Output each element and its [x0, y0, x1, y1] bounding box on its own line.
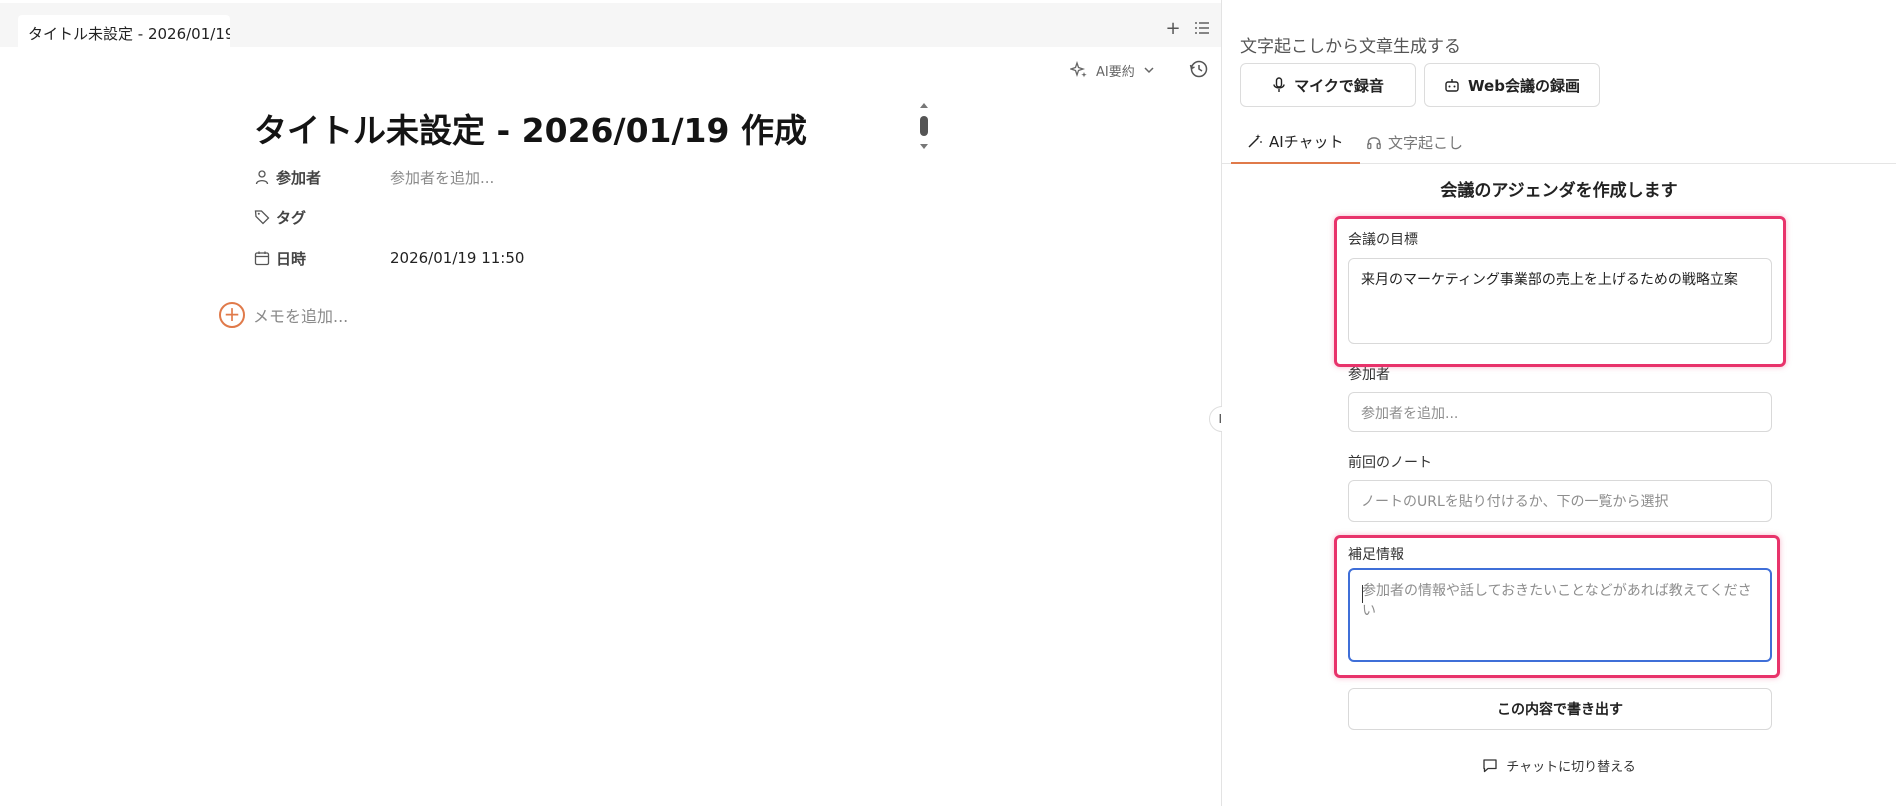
note-title[interactable]: タイトル未設定 - 2026/01/19 作成: [254, 104, 807, 152]
record-mic-button[interactable]: マイクで録音: [1240, 63, 1416, 107]
plus-icon[interactable]: +: [1163, 19, 1183, 39]
property-datetime[interactable]: 日時 2026/01/19 11:50: [254, 247, 524, 269]
plus-circle-icon: +: [219, 302, 245, 328]
microphone-icon: [1273, 77, 1285, 92]
app-window: タイトル未設定 - 2026/01/19 作 + AI要約: [0, 0, 1896, 806]
generate-heading: 文字起こしから文章生成する: [1240, 37, 1461, 57]
text-cursor: [1362, 585, 1363, 603]
add-memo-label: メモを追加...: [253, 307, 349, 326]
tab-note[interactable]: タイトル未設定 - 2026/01/19 作: [18, 15, 230, 49]
participants-label: 参加者: [1348, 367, 1390, 383]
record-web-label: Web会議の録画: [1468, 76, 1580, 95]
property-label: 日時: [254, 248, 390, 269]
datetime-value[interactable]: 2026/01/19 11:50: [390, 249, 524, 267]
scroll-indicator-icon[interactable]: [918, 100, 930, 152]
tab-label: AIチャット: [1269, 132, 1344, 151]
participants-value[interactable]: 参加者を追加...: [390, 167, 494, 188]
property-label-text: 参加者: [276, 168, 322, 187]
tab-ai-chat[interactable]: AIチャット: [1231, 120, 1360, 164]
history-icon[interactable]: [1188, 58, 1210, 80]
sparkle-icon: [1070, 61, 1087, 78]
record-mic-label: マイクで録音: [1294, 76, 1384, 95]
property-label-text: 日時: [276, 249, 307, 268]
calendar-icon: [254, 251, 270, 266]
highlight-box-extra: [1334, 535, 1780, 678]
tab-label: 文字起こし: [1388, 133, 1464, 152]
property-tags[interactable]: タグ: [254, 206, 390, 228]
tag-icon: [254, 210, 270, 225]
switch-to-chat-button[interactable]: チャットに切り替える: [1222, 756, 1896, 775]
prev-note-label: 前回のノート: [1348, 455, 1432, 471]
chevron-down-icon: [1144, 67, 1154, 74]
property-participants[interactable]: 参加者 参加者を追加...: [254, 166, 494, 188]
property-label: タグ: [254, 207, 390, 228]
tab-bar: タイトル未設定 - 2026/01/19 作 +: [0, 3, 1222, 49]
record-web-button[interactable]: Web会議の録画: [1424, 63, 1600, 107]
headphones-icon: [1367, 137, 1381, 150]
editor-pane: タイトル未設定 - 2026/01/19 作 + AI要約: [0, 0, 1222, 806]
list-icon-svg: [1195, 22, 1209, 34]
robot-icon: [1445, 79, 1459, 92]
add-memo-button[interactable]: + メモを追加...: [219, 302, 348, 328]
ai-tabs: AIチャット 文字起こし: [1222, 120, 1896, 164]
participants-input[interactable]: 参加者を追加...: [1348, 392, 1772, 432]
property-label: 参加者: [254, 167, 390, 188]
magic-wand-icon: [1248, 134, 1262, 148]
chat-bubble-icon: [1483, 759, 1497, 773]
ai-summary-dropdown[interactable]: AI要約: [1070, 58, 1155, 82]
agenda-title: 会議のアジェンダを作成します: [1440, 181, 1678, 201]
list-icon[interactable]: [1192, 19, 1212, 39]
ai-pane: 文字起こしから文章生成する マイクで録音 Web会議の録画 AIチャット 文字起…: [1222, 0, 1896, 806]
property-label-text: タグ: [276, 208, 307, 227]
prev-note-input[interactable]: ノートのURLを貼り付けるか、下の一覧から選択: [1348, 480, 1772, 522]
write-out-button[interactable]: この内容で書き出す: [1348, 688, 1772, 730]
ai-summary-label: AI要約: [1096, 64, 1135, 80]
tab-transcription[interactable]: 文字起こし: [1350, 120, 1479, 164]
switch-chat-label: チャットに切り替える: [1506, 760, 1636, 775]
highlight-box-goal: [1334, 216, 1786, 367]
person-icon: [255, 170, 269, 185]
